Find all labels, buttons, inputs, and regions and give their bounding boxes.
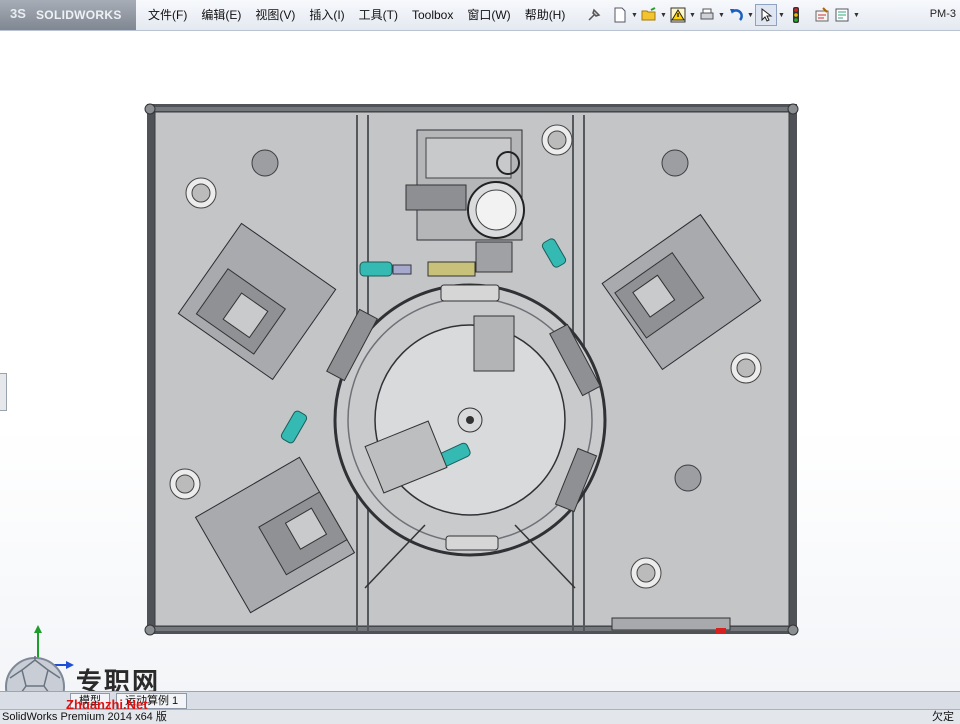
status-constraint-text: 欠定 [932, 711, 954, 723]
standard-toolbar: ▼ ▼ ▼ ▼ ▼ ▼ ▼ [584, 4, 861, 26]
undo-dropdown-icon[interactable]: ▼ [746, 5, 755, 25]
rebuild-dropdown-icon[interactable]: ▼ [688, 5, 697, 25]
menu-view[interactable]: 视图(V) [248, 0, 302, 30]
new-document-icon[interactable] [610, 5, 630, 25]
menu-file[interactable]: 文件(F) [148, 0, 194, 30]
window-label: PM-3 [929, 8, 956, 20]
rebuild-warning-icon[interactable] [668, 5, 688, 25]
assembly-model-view[interactable] [0, 31, 960, 691]
menu-toolbox[interactable]: Toolbox [405, 0, 460, 30]
select-arrow-icon[interactable] [755, 4, 777, 26]
print-dropdown-icon[interactable]: ▼ [717, 5, 726, 25]
properties-dropdown-icon[interactable]: ▼ [852, 5, 861, 25]
logo-mark: 3S [10, 6, 26, 21]
logo-text: SOLIDWORKS [36, 8, 122, 22]
print-icon[interactable] [697, 5, 717, 25]
options-icon[interactable] [812, 5, 832, 25]
menu-edit[interactable]: 编辑(E) [194, 0, 248, 30]
undo-icon[interactable] [726, 5, 746, 25]
open-dropdown-icon[interactable]: ▼ [659, 5, 668, 25]
menu-tools[interactable]: 工具(T) [352, 0, 405, 30]
graphics-area[interactable] [0, 31, 960, 691]
select-dropdown-icon[interactable]: ▼ [777, 5, 786, 25]
open-folder-icon[interactable] [639, 5, 659, 25]
new-dropdown-icon[interactable]: ▼ [630, 5, 639, 25]
menu-help[interactable]: 帮助(H) [518, 0, 573, 30]
menu-insert[interactable]: 插入(I) [302, 0, 351, 30]
main-menu: 文件(F) 编辑(E) 视图(V) 插入(I) 工具(T) Toolbox 窗口… [148, 0, 572, 30]
solidworks-logo[interactable]: 3S SOLIDWORKS [0, 0, 136, 30]
file-properties-icon[interactable] [832, 5, 852, 25]
menu-window[interactable]: 窗口(W) [460, 0, 517, 30]
menu-bar: 3S SOLIDWORKS 文件(F) 编辑(E) 视图(V) 插入(I) 工具… [0, 0, 960, 31]
status-bar: SolidWorks Premium 2014 x64 版 欠定 [0, 709, 960, 724]
traffic-light-icon[interactable] [786, 5, 806, 25]
status-version-text: SolidWorks Premium 2014 x64 版 [2, 711, 167, 723]
pin-icon[interactable] [584, 5, 604, 25]
